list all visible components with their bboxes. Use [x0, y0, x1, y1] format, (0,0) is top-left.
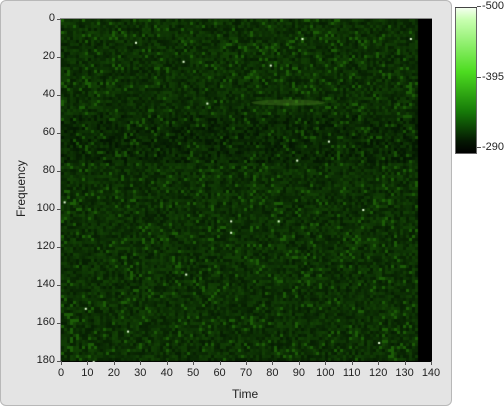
y-tick-label: 40 [42, 88, 55, 100]
y-tick-label: 80 [42, 164, 55, 176]
colorbar-tick-mark [477, 6, 481, 7]
x-tick-mark [272, 361, 273, 365]
x-tick-mark [167, 361, 168, 365]
x-tick-mark [405, 361, 406, 365]
x-tick-mark [378, 361, 379, 365]
x-tick-mark [299, 361, 300, 365]
y-tick-mark [57, 171, 61, 172]
plot-area[interactable] [60, 18, 432, 362]
x-tick-mark [114, 361, 115, 365]
colorbar-tick-label: -500 [482, 0, 504, 12]
heatmap-image [61, 19, 432, 362]
colorbar-tick-mark [477, 77, 481, 78]
x-tick-label: 140 [421, 367, 441, 379]
x-tick-mark [140, 361, 141, 365]
y-tick-label: 100 [36, 202, 55, 214]
x-axis-label: Time [232, 387, 259, 401]
y-tick-label: 160 [36, 316, 55, 328]
y-tick-mark [57, 323, 61, 324]
x-tick-mark [246, 361, 247, 365]
y-tick-label: 0 [48, 12, 55, 24]
x-tick-mark [87, 361, 88, 365]
y-axis-label: Frequency [14, 160, 28, 217]
colorbar-marker[interactable] [455, 4, 477, 8]
x-tick-mark [431, 361, 432, 365]
y-tick-label: 180 [36, 354, 55, 366]
y-tick-label: 20 [42, 50, 55, 62]
y-tick-mark [57, 247, 61, 248]
y-tick-mark [57, 209, 61, 210]
y-tick-mark [57, 95, 61, 96]
colorbar-tick-label: -395 [482, 70, 504, 83]
y-tick-label: 120 [36, 240, 55, 252]
colorbar-tick-label: -290 [482, 141, 504, 153]
x-tick-mark [352, 361, 353, 365]
x-tick-mark [61, 361, 62, 365]
x-tick-mark [325, 361, 326, 365]
colorbar[interactable] [455, 4, 477, 154]
x-tick-mark [220, 361, 221, 365]
y-tick-label: 140 [36, 278, 55, 290]
x-tick-mark [193, 361, 194, 365]
y-tick-mark [57, 133, 61, 134]
y-tick-mark [57, 57, 61, 58]
y-tick-label: 60 [42, 126, 55, 138]
y-tick-mark [57, 19, 61, 20]
y-tick-mark [57, 285, 61, 286]
colorbar-tick-mark [477, 147, 481, 148]
